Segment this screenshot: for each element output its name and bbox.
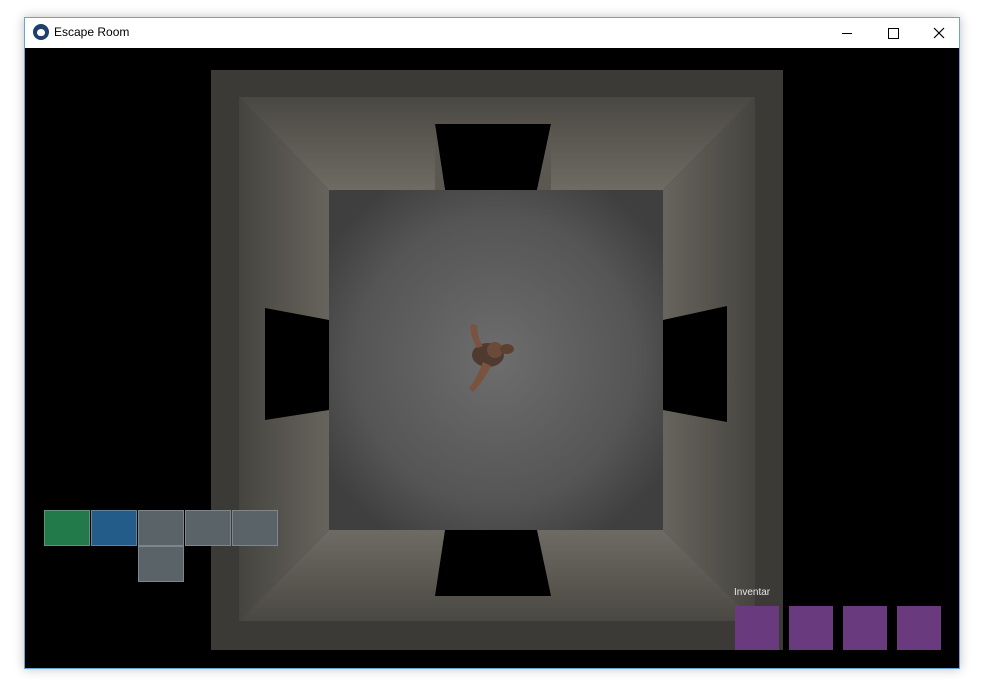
app-window: Escape Room Inventar bbox=[24, 17, 960, 669]
inventory-slot[interactable] bbox=[897, 606, 941, 650]
maximize-button[interactable] bbox=[870, 18, 916, 48]
title-bar[interactable]: Escape Room bbox=[25, 18, 959, 48]
west-doorway[interactable] bbox=[265, 308, 329, 420]
close-button[interactable] bbox=[916, 18, 962, 48]
paw-icon bbox=[33, 24, 49, 40]
close-icon bbox=[933, 27, 945, 39]
south-doorway[interactable] bbox=[435, 530, 551, 596]
minimap-room bbox=[232, 510, 278, 546]
north-doorway[interactable] bbox=[435, 124, 551, 190]
inventory-label: Inventar bbox=[734, 587, 771, 598]
minimap-room bbox=[138, 546, 184, 582]
game-viewport[interactable]: Inventar bbox=[25, 48, 959, 668]
inventory-slot[interactable] bbox=[789, 606, 833, 650]
minimap-room bbox=[185, 510, 231, 546]
minimap-room-visited bbox=[91, 510, 137, 546]
inventory-slot[interactable] bbox=[735, 606, 779, 650]
minimap-room-current bbox=[44, 510, 90, 546]
minimap-room bbox=[138, 510, 184, 546]
east-doorway[interactable] bbox=[663, 306, 727, 422]
minimize-button[interactable] bbox=[824, 18, 870, 48]
inventory-slot[interactable] bbox=[843, 606, 887, 650]
window-title: Escape Room bbox=[54, 25, 130, 39]
